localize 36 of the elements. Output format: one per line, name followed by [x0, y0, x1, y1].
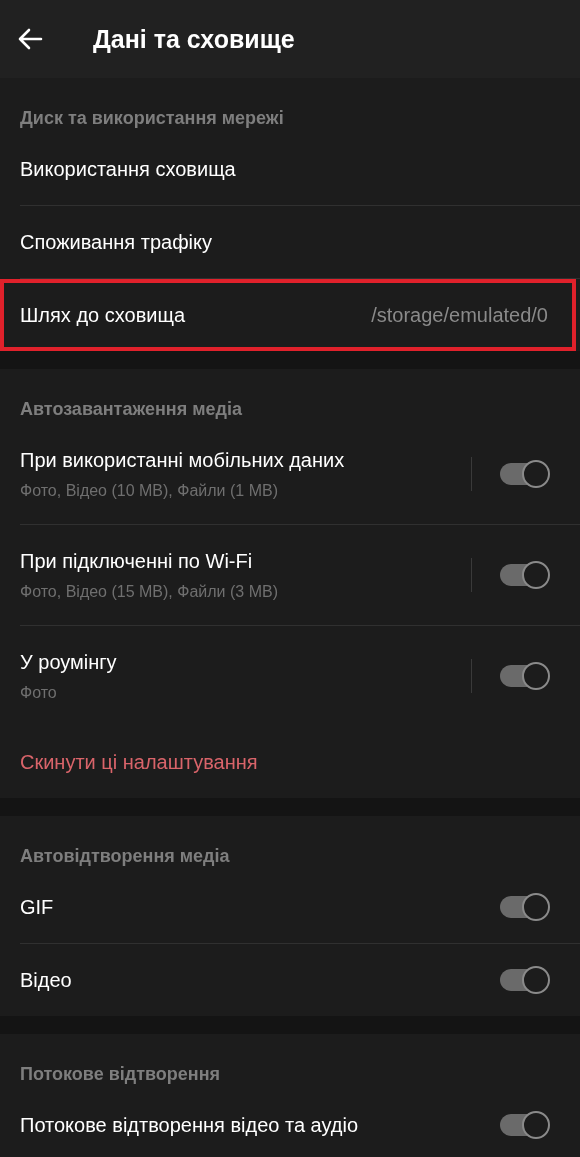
row-label: При підключенні по Wi-Fi — [20, 549, 254, 573]
toggle-switch[interactable] — [500, 564, 548, 586]
section-header: Потокове відтворення — [19, 1063, 222, 1086]
toggle-row[interactable]: Відео — [0, 944, 580, 1016]
row-label: Використання сховища — [20, 157, 236, 181]
toggle-row[interactable]: Потокове відтворення відео та аудіо — [0, 1089, 580, 1157]
row-label: GIF — [20, 895, 55, 919]
toggle-row[interactable]: При використанні мобільних даних Фото, Відео (10 MB), Файли (1 MB) — [0, 424, 580, 524]
settings-row[interactable]: Шлях до сховища /storage/emulated/0 — [0, 279, 576, 351]
section-header: Диск та використання мережі — [19, 107, 285, 130]
row-label: Потокове відтворення відео та аудіо — [20, 1113, 360, 1137]
section-header: Автозавантаження медіа — [19, 398, 243, 421]
toggle-switch[interactable] — [500, 463, 548, 485]
row-label: При використанні мобільних даних — [20, 448, 346, 472]
back-arrow-icon[interactable] — [17, 28, 43, 50]
toggle-switch[interactable] — [500, 1114, 548, 1136]
reset-link: Скинути ці налаштування — [20, 750, 258, 774]
toggle-row[interactable]: При підключенні по Wi-Fi Фото, Відео (15 MB), Файли (3 MB) — [0, 525, 580, 625]
row-value: /storage/emulated/0 — [371, 303, 549, 327]
toggle-switch[interactable] — [500, 665, 548, 687]
row-label: Споживання трафіку — [20, 230, 212, 254]
toggle-switch[interactable] — [500, 969, 548, 991]
row-subtitle: Фото, Відео (10 MB), Файли (1 MB) — [20, 481, 279, 500]
row-subtitle: Фото, Відео (15 MB), Файли (3 MB) — [20, 582, 279, 601]
screen-title: Дані та сховище — [93, 24, 295, 54]
toggle-row[interactable]: GIF — [0, 871, 580, 943]
settings-row[interactable]: Використання сховища — [0, 133, 580, 205]
settings-row[interactable]: Споживання трафіку — [0, 206, 580, 278]
row-subtitle: Фото — [20, 683, 58, 702]
toggle-row[interactable]: У роумінгу Фото — [0, 626, 580, 726]
section-header: Автовідтворення медіа — [19, 845, 231, 868]
row-label: У роумінгу — [20, 650, 118, 674]
row-label: Шлях до сховища — [20, 303, 185, 327]
reset-row[interactable]: Скинути ці налаштування — [0, 726, 580, 798]
toggle-switch[interactable] — [500, 896, 548, 918]
row-label: Відео — [20, 968, 73, 992]
